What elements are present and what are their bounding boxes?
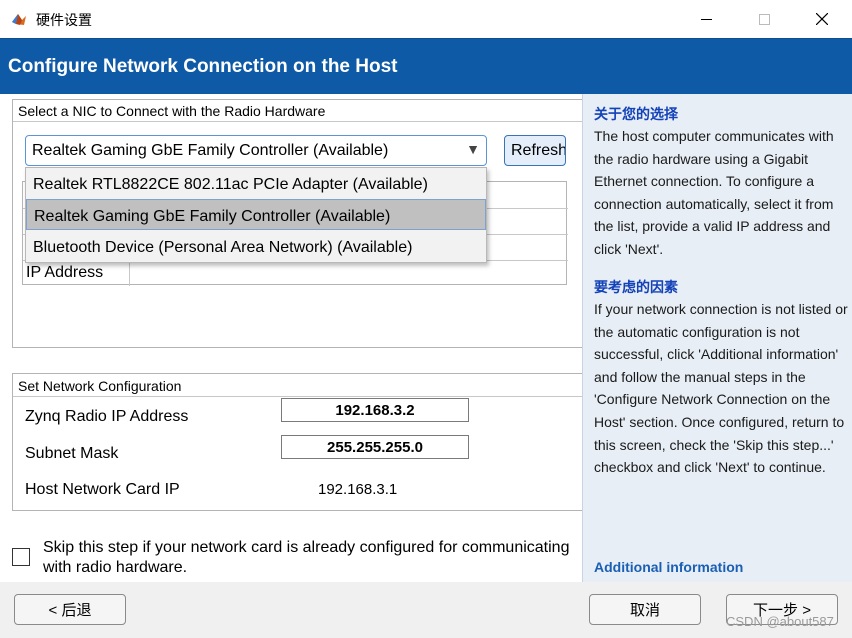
subnet-mask-input[interactable]: 255.255.255.0: [281, 435, 469, 459]
nic-option-selected[interactable]: Realtek Gaming GbE Family Controller (Av…: [26, 199, 486, 230]
nic-dropdown-list: Realtek RTL8822CE 802.11ac PCIe Adapter …: [25, 167, 487, 263]
ip-address-label: IP Address: [26, 264, 104, 281]
help-heading-considerations: 要考虑的因素: [594, 279, 678, 295]
help-paragraph-considerations: If your network connection is not listed…: [594, 301, 848, 476]
nic-option[interactable]: Bluetooth Device (Personal Area Network)…: [26, 231, 486, 262]
nic-select-value: Realtek Gaming GbE Family Controller (Av…: [32, 142, 389, 159]
matlab-app-icon: [10, 10, 28, 28]
footer-bar: < 后退 取消 下一步 >: [0, 582, 852, 638]
network-config-title: Set Network Configuration: [18, 378, 182, 394]
minimize-icon: [700, 18, 712, 20]
zynq-ip-label: Zynq Radio IP Address: [25, 408, 189, 425]
title-bar: 硬件设置: [0, 0, 852, 38]
divider: [13, 121, 584, 122]
page-title: Configure Network Connection on the Host: [8, 56, 398, 77]
refresh-button[interactable]: Refresh: [504, 135, 566, 166]
minimize-button[interactable]: [677, 0, 735, 38]
nic-panel-title: Select a NIC to Connect with the Radio H…: [18, 103, 326, 119]
page-header: Configure Network Connection on the Host: [0, 38, 852, 94]
dropdown-arrow-icon: ▼: [466, 141, 480, 157]
host-ip-label: Host Network Card IP: [25, 481, 180, 498]
additional-information-link[interactable]: Additional information: [594, 559, 743, 575]
watermark: CSDN @about587: [726, 614, 834, 629]
skip-step-checkbox[interactable]: [12, 548, 30, 566]
nic-option[interactable]: Realtek RTL8822CE 802.11ac PCIe Adapter …: [26, 168, 486, 199]
cancel-button[interactable]: 取消: [589, 594, 701, 625]
back-button[interactable]: < 后退: [14, 594, 126, 625]
close-button[interactable]: [793, 0, 851, 38]
help-pane: 关于您的选择 The host computer communicates wi…: [582, 94, 852, 582]
close-icon: [816, 13, 828, 25]
subnet-mask-label: Subnet Mask: [25, 445, 119, 462]
help-paragraph-selection: The host computer communicates with the …: [594, 128, 834, 257]
window-title: 硬件设置: [36, 12, 92, 28]
maximize-icon: [758, 13, 770, 25]
maximize-button[interactable]: [735, 0, 793, 38]
column-divider: [129, 260, 130, 286]
nic-select[interactable]: Realtek Gaming GbE Family Controller (Av…: [25, 135, 487, 166]
zynq-ip-input[interactable]: 192.168.3.2: [281, 398, 469, 422]
divider: [13, 396, 584, 397]
help-heading-selection: 关于您的选择: [594, 106, 678, 122]
skip-step-label: Skip this step if your network card is a…: [43, 539, 570, 576]
host-ip-value: 192.168.3.1: [318, 481, 398, 498]
